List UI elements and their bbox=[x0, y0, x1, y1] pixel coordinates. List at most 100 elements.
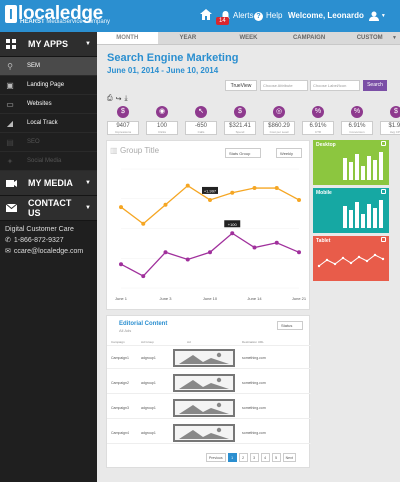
page-button[interactable]: 1 bbox=[227, 453, 237, 462]
care-email[interactable]: ✉ ccare@localedge.com bbox=[5, 246, 92, 257]
sidebar-item-social-media[interactable]: ✦ Social Media bbox=[0, 152, 97, 171]
metrics-row: $9407 Impressions ◉ 100 Clicks ↖ -650 Calls $ $32… bbox=[107, 106, 400, 135]
data-point[interactable] bbox=[252, 245, 257, 250]
data-point[interactable] bbox=[163, 202, 168, 207]
sidebar-section-contact-us[interactable]: CONTACT US ▼ bbox=[0, 196, 97, 221]
metric-label: Impressions bbox=[114, 130, 132, 134]
home-icon[interactable] bbox=[200, 9, 212, 20]
download-icon[interactable]: ⤓ bbox=[124, 95, 127, 103]
device-bar bbox=[355, 202, 359, 228]
data-point[interactable] bbox=[297, 197, 301, 202]
metric-value: 100 bbox=[156, 123, 167, 129]
status-select[interactable]: Status bbox=[277, 321, 303, 330]
metric-box: 6.91% Conversion bbox=[341, 121, 373, 135]
campaign-cell: Campaign2 bbox=[111, 381, 129, 385]
table-row[interactable]: Campaign3 adgroup1 something.com bbox=[107, 397, 311, 419]
app-root: l localedge HEARST MediaService Company … bbox=[0, 0, 400, 482]
x-tick-label: June 10 bbox=[203, 296, 218, 301]
attribute-select[interactable]: Choose Attribute bbox=[260, 80, 308, 91]
metric-value: 9407 bbox=[116, 123, 130, 129]
phone-icon: ✆ bbox=[5, 237, 11, 244]
sidebar-section-label: MY APPS bbox=[28, 39, 69, 49]
tab-week[interactable]: WEEK bbox=[218, 32, 279, 44]
tab-year[interactable]: YEAR bbox=[158, 32, 219, 44]
device-bar bbox=[343, 158, 347, 180]
metric-value: $1.94 bbox=[388, 123, 400, 129]
col-header: Campaign bbox=[111, 340, 125, 344]
table-row[interactable]: Campaign4 adgroup1 something.com bbox=[107, 422, 311, 444]
adgroup-cell: adgroup1 bbox=[141, 406, 156, 410]
metric-icon: ◉ bbox=[156, 106, 168, 118]
trueview-button[interactable]: TrueView bbox=[225, 80, 257, 91]
table-row[interactable]: Campaign2 adgroup1 something.com bbox=[107, 372, 311, 394]
metric-card: ◉ 100 Clicks bbox=[146, 106, 178, 135]
data-point[interactable] bbox=[163, 250, 168, 255]
page-icon: ▣ bbox=[6, 80, 14, 90]
campaign-cell: Campaign4 bbox=[111, 431, 129, 435]
data-point[interactable] bbox=[185, 257, 190, 262]
device-bar bbox=[379, 200, 383, 228]
data-point[interactable] bbox=[230, 190, 235, 195]
sidebar-item-websites[interactable]: ▭ Websites bbox=[0, 95, 97, 114]
metric-card: % 6.91% Conversion bbox=[341, 106, 373, 135]
tab-campaign[interactable]: CAMPAIGN bbox=[279, 32, 340, 44]
sidebar-item-sem[interactable]: ⚲ SEM bbox=[0, 57, 97, 76]
data-point[interactable] bbox=[208, 197, 212, 202]
metric-card: ↖ -650 Calls bbox=[185, 106, 217, 135]
image-placeholder-icon bbox=[173, 374, 235, 392]
sidebar-item-seo[interactable]: ▤ SEO bbox=[0, 133, 97, 152]
table-row[interactable]: Campaign1 adgroup1 something.com bbox=[107, 347, 311, 369]
mobile-bars bbox=[343, 200, 383, 228]
data-point[interactable] bbox=[208, 250, 212, 255]
metric-card: % 6.91% CTR bbox=[302, 106, 334, 135]
sidebar-section-label: CONTACT US bbox=[28, 198, 72, 218]
data-point[interactable] bbox=[274, 240, 279, 245]
metric-label: Clicks bbox=[158, 130, 166, 134]
data-point[interactable] bbox=[274, 186, 279, 191]
url-cell: something.com bbox=[242, 381, 266, 385]
sidebar-item-landing-page[interactable]: ▣ Landing Page bbox=[0, 76, 97, 95]
data-point[interactable] bbox=[141, 221, 146, 226]
help-button[interactable]: ? Help bbox=[254, 9, 282, 23]
adgroup-cell: adgroup1 bbox=[141, 381, 156, 385]
tab-month[interactable]: MONTH bbox=[97, 32, 158, 44]
share-icon[interactable]: ↪ bbox=[116, 95, 122, 103]
mail-icon: ✉ bbox=[5, 248, 11, 255]
search-button[interactable]: Search bbox=[363, 80, 387, 91]
sidebar-section-my-media[interactable]: MY MEDIA ▼ bbox=[0, 171, 97, 196]
care-phone[interactable]: ✆ 1-866-872-9327 bbox=[5, 235, 92, 246]
care-title: Digital Customer Care bbox=[5, 226, 74, 233]
tab-custom[interactable]: CUSTOM ▼ bbox=[339, 32, 400, 44]
page-button[interactable]: 4 bbox=[260, 453, 270, 462]
device-bar bbox=[361, 166, 365, 180]
data-point[interactable] bbox=[297, 250, 301, 255]
data-point[interactable] bbox=[252, 186, 257, 191]
data-point[interactable] bbox=[119, 262, 123, 267]
metric-label: Calls bbox=[197, 130, 205, 134]
editorial-panel: Editorial Content All Ads Status Campaig… bbox=[106, 315, 311, 468]
tooltip-label: +100 bbox=[228, 222, 238, 227]
sidebar-item-local-track[interactable]: ◢ Local Track bbox=[0, 114, 97, 133]
page-button[interactable]: 5 bbox=[271, 453, 281, 462]
prev-page-button[interactable]: Previous bbox=[206, 453, 226, 462]
data-point[interactable] bbox=[230, 231, 235, 236]
page-title: Search Engine Marketing bbox=[107, 52, 239, 64]
metric-card: ◎ $860.29 Cost per Lead bbox=[263, 106, 295, 135]
url-cell: something.com bbox=[242, 431, 266, 435]
label-select[interactable]: Choose Label/Icon bbox=[310, 80, 360, 91]
metric-box: $860.29 Cost per Lead bbox=[263, 121, 295, 135]
next-page-button[interactable]: Next bbox=[282, 453, 296, 462]
print-icon[interactable]: ⎙ bbox=[107, 95, 113, 103]
device-bar bbox=[361, 214, 365, 228]
data-point[interactable] bbox=[141, 274, 146, 279]
data-point[interactable] bbox=[185, 183, 190, 188]
page-button[interactable]: 2 bbox=[238, 453, 248, 462]
sidebar-section-my-apps[interactable]: MY APPS ▼ bbox=[0, 32, 97, 57]
period-tabs: MONTH YEAR WEEK CAMPAIGN CUSTOM ▼ bbox=[97, 32, 400, 45]
user-menu[interactable]: Welcome, Leonardo ▼ bbox=[288, 9, 386, 23]
page-button[interactable]: 3 bbox=[249, 453, 259, 462]
data-point[interactable] bbox=[119, 205, 123, 210]
x-tick-label: June 14 bbox=[247, 296, 262, 301]
metric-icon: % bbox=[351, 106, 363, 118]
pagination: Previous 1 2 3 4 5 Next bbox=[206, 453, 296, 462]
